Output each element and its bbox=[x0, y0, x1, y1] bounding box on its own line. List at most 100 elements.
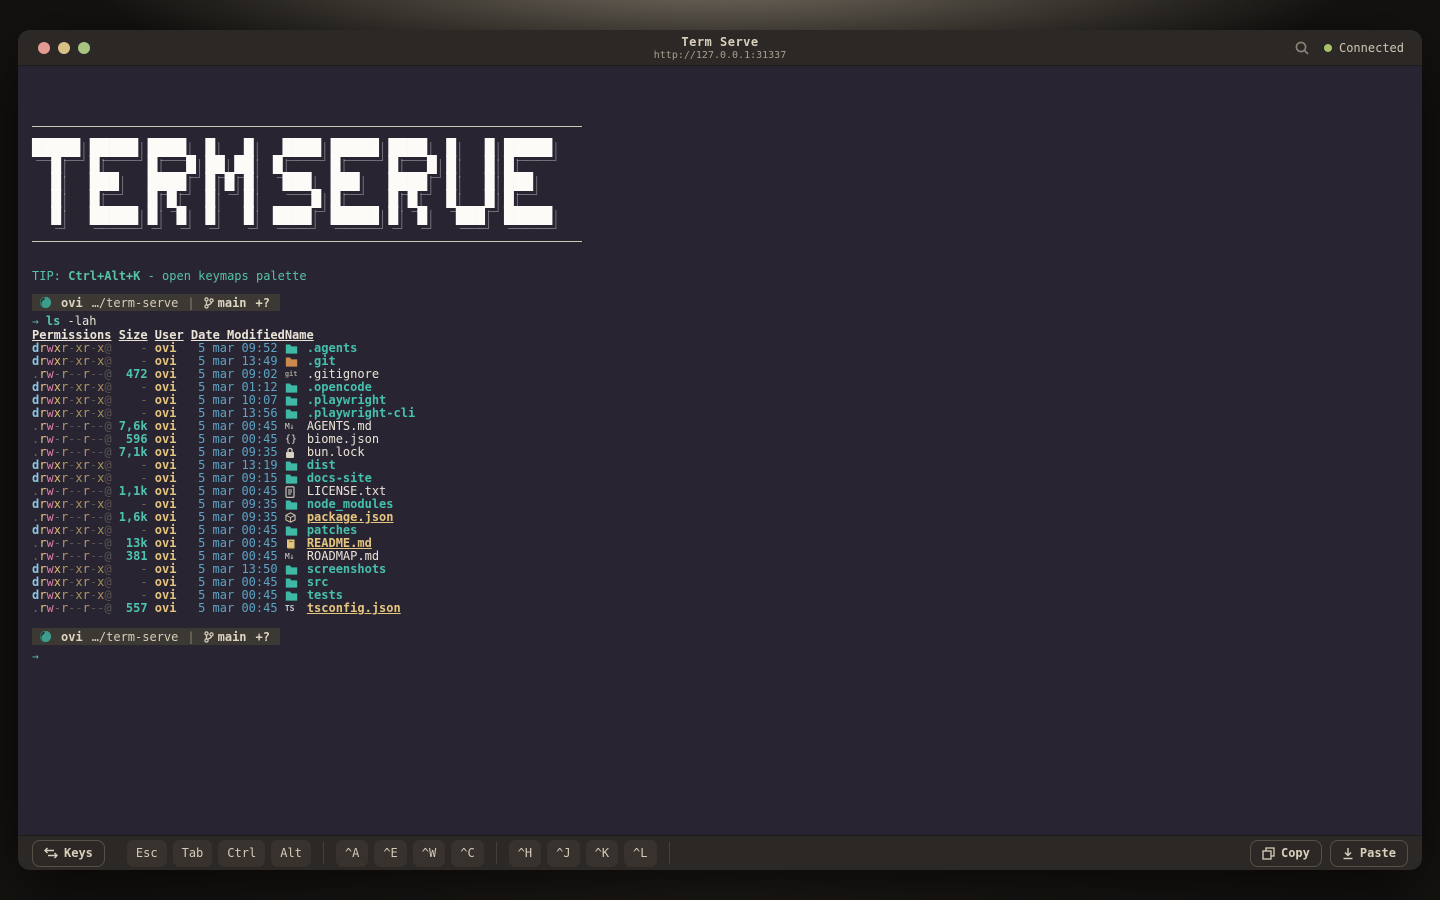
ctrl-key-group-2: ^H ^J ^K ^L bbox=[508, 839, 657, 867]
lock-icon bbox=[285, 447, 294, 458]
git-branch-icon bbox=[203, 630, 214, 643]
key-esc[interactable]: Esc bbox=[126, 839, 167, 867]
document-icon bbox=[285, 485, 295, 498]
key-tab[interactable]: Tab bbox=[172, 839, 213, 867]
prompt-path: …/term-serve bbox=[91, 295, 179, 310]
prompt-separator: | bbox=[187, 295, 195, 310]
file-type-icon: git bbox=[285, 368, 301, 381]
header-user: User bbox=[154, 328, 184, 342]
readme-book-icon bbox=[286, 539, 295, 549]
git-status-flags: +? bbox=[255, 295, 270, 310]
prompt-bar: ovi …/term-serve | main +? bbox=[32, 628, 280, 645]
folder-icon bbox=[285, 409, 297, 419]
ls-listing: Permissions Size User Date Modified Name… bbox=[32, 329, 1410, 615]
key-alt[interactable]: Alt bbox=[271, 839, 311, 867]
maximize-button[interactable] bbox=[78, 41, 90, 54]
file-name[interactable]: tsconfig.json bbox=[307, 602, 401, 615]
git-branch: main bbox=[203, 295, 247, 310]
folder-icon bbox=[285, 383, 297, 393]
header-size: Size bbox=[118, 328, 148, 342]
file-type-icon bbox=[285, 590, 301, 602]
folder-icon bbox=[285, 474, 297, 484]
file-date: 5 mar 00:45 bbox=[198, 601, 278, 615]
git-branch-icon bbox=[203, 296, 214, 309]
branch-name: main bbox=[217, 295, 247, 310]
prompt-bar: ovi …/term-serve | main +? bbox=[32, 294, 280, 311]
modifier-key-group: Esc Tab Ctrl Alt bbox=[126, 839, 311, 867]
close-button[interactable] bbox=[38, 41, 50, 54]
paste-button[interactable]: Paste bbox=[1329, 839, 1408, 867]
file-type-icon bbox=[285, 447, 301, 459]
file-type-icon: M↓ bbox=[285, 420, 301, 433]
file-type-icon: {} bbox=[285, 433, 301, 446]
package-icon bbox=[285, 512, 296, 523]
git-file-icon: git bbox=[284, 370, 298, 378]
status-label: Connected bbox=[1338, 40, 1404, 55]
key-ctrl-h[interactable]: ^H bbox=[508, 839, 542, 867]
file-size: 557 bbox=[125, 601, 148, 615]
file-type-icon bbox=[285, 408, 301, 420]
copy-icon bbox=[1262, 846, 1275, 860]
folder-icon bbox=[285, 500, 297, 510]
markdown-icon: M↓ bbox=[284, 552, 295, 561]
file-type-icon bbox=[285, 499, 301, 511]
file-type-icon bbox=[285, 525, 301, 537]
banner-rule-top bbox=[32, 126, 582, 127]
copy-button[interactable]: Copy bbox=[1249, 839, 1322, 867]
swap-arrows-icon bbox=[44, 847, 58, 859]
key-ctrl-a[interactable]: ^A bbox=[335, 839, 369, 867]
terminal-output[interactable]: █████ █████ ████ █ █ ████ █████ ████ █ █… bbox=[18, 66, 1422, 835]
git-status-flags: +? bbox=[255, 629, 270, 644]
app-window: Term Serve http://127.0.0.1:31337 Connec… bbox=[18, 30, 1422, 870]
prompt-separator: | bbox=[187, 629, 195, 644]
prompt-arrow: → bbox=[32, 650, 39, 663]
file-type-icon bbox=[285, 577, 301, 589]
key-ctrl-l[interactable]: ^L bbox=[624, 839, 657, 867]
folder-icon bbox=[285, 344, 297, 354]
tip-shortcut: Ctrl+Alt+K bbox=[68, 269, 141, 283]
toolbar-separator bbox=[322, 842, 324, 864]
traffic-lights bbox=[38, 41, 90, 54]
key-ctrl-j[interactable]: ^J bbox=[547, 839, 580, 867]
file-type-icon bbox=[285, 512, 301, 523]
markdown-icon: M↓ bbox=[284, 422, 295, 431]
command-name: ls bbox=[45, 314, 61, 328]
server-url: http://127.0.0.1:31337 bbox=[653, 49, 787, 61]
file-type-icon bbox=[285, 395, 301, 407]
ls-row: .rw-r--r--@ 557 ovi 5 mar 00:45 TS tsconfig.j… bbox=[32, 602, 1410, 615]
cursor-line[interactable]: → bbox=[32, 649, 1410, 663]
minimize-button[interactable] bbox=[58, 41, 70, 54]
file-type-icon bbox=[285, 382, 301, 394]
window-title: Term Serve bbox=[681, 34, 759, 49]
file-type-icon bbox=[285, 460, 301, 472]
folder-icon bbox=[285, 526, 297, 536]
file-type-icon bbox=[285, 356, 301, 368]
status-badge: Connected bbox=[1323, 40, 1404, 55]
ctrl-key-group-1: ^A ^E ^W ^C bbox=[335, 839, 484, 867]
tip-line: TIP: Ctrl+Alt+K - open keymaps palette bbox=[32, 269, 307, 283]
key-ctrl-e[interactable]: ^E bbox=[374, 839, 407, 867]
key-ctrl-k[interactable]: ^K bbox=[585, 839, 619, 867]
ascii-banner: █████ █████ ████ █ █ ████ █████ ████ █ █… bbox=[32, 138, 553, 225]
search-icon[interactable] bbox=[1294, 40, 1310, 56]
prompt-user: ovi bbox=[61, 295, 83, 310]
key-ctrl-w[interactable]: ^W bbox=[412, 839, 446, 867]
json-braces-icon: {} bbox=[284, 434, 297, 445]
folder-icon bbox=[285, 578, 297, 588]
header-date-modified: Date Modified bbox=[190, 328, 285, 342]
typescript-icon: TS bbox=[284, 604, 295, 613]
keys-button[interactable]: Keys bbox=[32, 839, 105, 867]
connected-dot-icon bbox=[1323, 43, 1332, 52]
title-bar: Term Serve http://127.0.0.1:31337 Connec… bbox=[18, 30, 1422, 66]
shell-icon bbox=[39, 296, 52, 309]
file-type-icon bbox=[285, 538, 301, 550]
ls-rows: drwxr-xr-x@ - ovi 5 mar 09:52 .agents drwxr-x… bbox=[32, 342, 1410, 615]
banner-rule-bottom bbox=[32, 241, 582, 242]
header-name: Name bbox=[284, 328, 314, 342]
folder-icon bbox=[285, 396, 297, 406]
key-ctrl-c[interactable]: ^C bbox=[451, 839, 484, 867]
key-ctrl[interactable]: Ctrl bbox=[218, 839, 266, 867]
paste-download-icon bbox=[1342, 847, 1354, 860]
file-type-icon bbox=[285, 473, 301, 485]
prompt-user: ovi bbox=[61, 629, 83, 644]
